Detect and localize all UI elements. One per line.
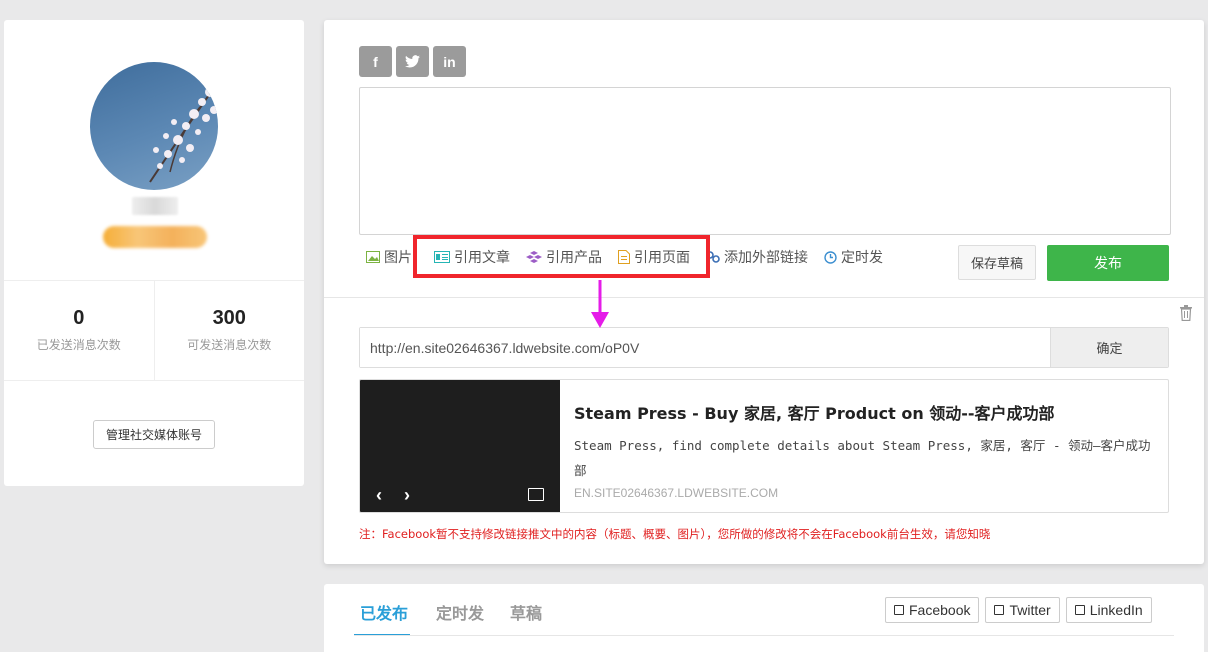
schedule-label: 定时发 <box>841 250 883 266</box>
insert-image-label: 图片 <box>384 250 412 266</box>
stat-sent-label: 已发送消息次数 <box>36 338 121 352</box>
trash-icon[interactable] <box>1179 305 1193 321</box>
profile-card: 0 已发送消息次数 300 可发送消息次数 管理社交媒体账号 <box>4 20 304 486</box>
tab-scheduled[interactable]: 定时发 <box>436 600 484 636</box>
checkbox-icon[interactable] <box>994 605 1005 615</box>
preview-title[interactable]: Steam Press - Buy 家居, 客厅 Product on 领动--… <box>574 400 1154 424</box>
checkbox-icon[interactable] <box>894 605 904 615</box>
stat-sent-value: 0 <box>73 307 85 329</box>
filter-twitter[interactable]: Twitter <box>985 597 1060 623</box>
confirm-url-button[interactable]: 确定 <box>1050 328 1168 367</box>
filter-facebook[interactable]: Facebook <box>885 597 980 623</box>
manage-accounts-button[interactable]: 管理社交媒体账号 <box>93 420 215 449</box>
post-content-textarea[interactable] <box>359 87 1171 235</box>
image-icon <box>366 251 380 263</box>
highlight-box <box>413 235 710 278</box>
preview-domain: EN.SITE02646367.LDWEBSITE.COM <box>574 486 779 500</box>
link-preview-card: ‹ › Steam Press - Buy 家居, 客厅 Product on … <box>359 379 1169 513</box>
add-external-link-button[interactable]: 添加外部链接 <box>706 247 808 267</box>
post-composer: f in 图片 引用文章 引用产品 引用页面 添加外部链接 定时发 保存草稿 发… <box>324 20 1204 564</box>
posts-list-card: 已发布 定时发 草稿 Facebook Twitter LinkedIn <box>324 584 1204 652</box>
stats: 0 已发送消息次数 300 可发送消息次数 <box>4 280 304 381</box>
blurred-badge <box>103 226 207 248</box>
filter-facebook-label: Facebook <box>909 602 971 618</box>
preview-image: ‹ › <box>360 380 560 512</box>
clock-icon <box>824 250 837 264</box>
publish-button[interactable]: 发布 <box>1047 245 1169 281</box>
link-url-input[interactable] <box>360 328 1050 367</box>
twitter-icon[interactable] <box>396 46 429 77</box>
avatar-image <box>149 81 218 183</box>
stat-available: 300 可发送消息次数 <box>153 281 305 380</box>
insert-image-button[interactable]: 图片 <box>366 247 412 267</box>
post-status-tabs: 已发布 定时发 草稿 <box>354 600 542 636</box>
network-filters: Facebook Twitter LinkedIn <box>885 597 1152 623</box>
link-url-row: 确定 <box>359 327 1169 368</box>
facebook-edit-notice: 注：Facebook暂不支持修改链接推文中的内容（标题、概要、图片），您所做的修… <box>359 527 991 541</box>
filter-linkedin[interactable]: LinkedIn <box>1065 597 1152 623</box>
social-network-selector: f in <box>359 46 466 77</box>
linkedin-icon[interactable]: in <box>433 46 466 77</box>
blurred-username <box>132 197 178 215</box>
tab-drafts[interactable]: 草稿 <box>510 600 542 636</box>
image-icon[interactable] <box>528 488 544 501</box>
facebook-icon[interactable]: f <box>359 46 392 77</box>
filter-twitter-label: Twitter <box>1009 602 1051 618</box>
checkbox-icon[interactable] <box>1074 605 1085 615</box>
filter-linkedin-label: LinkedIn <box>1089 602 1143 618</box>
stat-sent: 0 已发送消息次数 <box>4 281 154 380</box>
avatar[interactable] <box>90 62 218 190</box>
schedule-button[interactable]: 定时发 <box>824 247 883 267</box>
add-external-link-label: 添加外部链接 <box>724 250 808 266</box>
chevron-right-icon[interactable]: › <box>404 485 410 506</box>
preview-text: Steam Press - Buy 家居, 客厅 Product on 领动--… <box>560 380 1168 512</box>
save-draft-button[interactable]: 保存草稿 <box>958 245 1036 280</box>
tab-published[interactable]: 已发布 <box>354 600 411 636</box>
stat-available-value: 300 <box>212 307 246 329</box>
chevron-left-icon[interactable]: ‹ <box>376 485 382 506</box>
divider <box>324 297 1204 298</box>
stat-available-label: 可发送消息次数 <box>187 338 272 352</box>
arrow-down-icon <box>591 280 609 328</box>
tabs-underline <box>354 635 1174 636</box>
preview-description[interactable]: Steam Press, find complete details about… <box>574 433 1154 483</box>
